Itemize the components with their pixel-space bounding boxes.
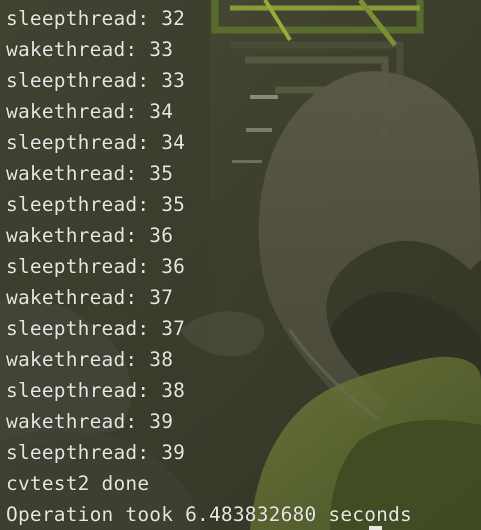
output-line: wakethread: 39 — [6, 410, 174, 433]
output-line: sleepthread: 39 — [6, 441, 186, 464]
text-cursor — [369, 526, 382, 530]
terminal-window[interactable]: sleepthread: 32 wakethread: 33 sleepthre… — [0, 0, 481, 530]
output-line: sleepthread: 35 — [6, 193, 186, 216]
output-line: wakethread: 36 — [6, 224, 174, 247]
terminal-output: sleepthread: 32 wakethread: 33 sleepthre… — [6, 3, 412, 530]
output-line: wakethread: 37 — [6, 286, 174, 309]
output-line: wakethread: 35 — [6, 162, 174, 185]
output-line: wakethread: 38 — [6, 348, 174, 371]
output-line: wakethread: 34 — [6, 100, 174, 123]
output-line: sleepthread: 38 — [6, 379, 186, 402]
output-line: cvtest2 done — [6, 472, 150, 495]
output-line: sleepthread: 32 — [6, 7, 186, 30]
output-line: sleepthread: 33 — [6, 69, 186, 92]
output-line: wakethread: 33 — [6, 38, 174, 61]
output-line: Operation took 6.483832680 seconds — [6, 503, 412, 526]
output-line: sleepthread: 36 — [6, 255, 186, 278]
output-line: sleepthread: 34 — [6, 131, 186, 154]
output-line: sleepthread: 37 — [6, 317, 186, 340]
